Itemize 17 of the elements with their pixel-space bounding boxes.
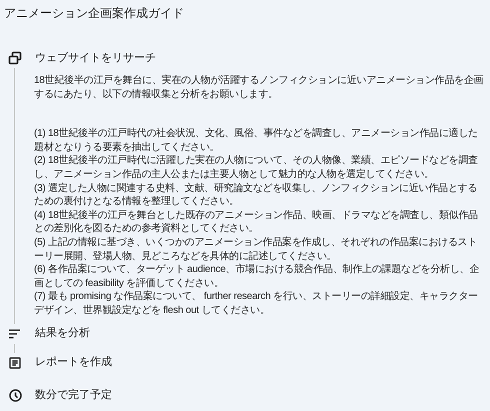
intro-paragraph: 18世紀後半の江戸を舞台に、実在の人物が活躍するノンフィクションに近いアニメーション作品を企画するにあたり、以下の情報収集と分析をお願いします。 bbox=[34, 74, 484, 102]
windows-icon bbox=[8, 51, 22, 65]
document-icon bbox=[9, 356, 21, 368]
research-item: (5) 上記の情報に基づき、いくつかのアニメーション作品案を作成し、それぞれの作品案におけるストーリー展開、登場人物、見どころなどを具体的に記述してください。 bbox=[34, 236, 478, 264]
page-title: アニメーション企画案作成ガイド bbox=[4, 5, 185, 22]
step-label: レポートを作成 bbox=[35, 355, 112, 370]
research-item: (3) 選定した人物に関連する史料、文献、研究論文などを収集し、ノンフィクションに近い作品とするための裏付けとなる情報を整理してください。 bbox=[34, 182, 478, 209]
step-label: 結果を分析 bbox=[35, 326, 90, 342]
clock-icon bbox=[8, 389, 22, 402]
research-item: (2) 18世紀後半の江戸時代に活躍した実在の人物について、その人物像、業績、エピソードなどを調査し、アニメーション作品の主人公または主要人物として魅力的な人物を選定してください。 bbox=[34, 154, 479, 182]
eta-label: 数分で完了予定 bbox=[35, 388, 112, 404]
research-item: (6) 各作品案について、ターゲット audience、市場における競合作品、制作上の課題などを分析し、企画としての feasibility を評価してください。 bbox=[34, 263, 480, 290]
research-item: (1) 18世紀後半の江戸時代の社会状況、文化、風俗、事件などを調査し、アニメーション作品に適した題材となりうる要素を抽出してください。 bbox=[34, 127, 479, 154]
step-label: ウェブサイトをリサーチ bbox=[35, 50, 156, 66]
research-item: (7) 最も promising な作品案について、 further research を行い、ストーリーの詳細設定、キャラクターデザイン、世界観設定などを flesh out してください。 bbox=[34, 290, 479, 318]
lines-icon bbox=[9, 328, 21, 338]
research-item: (4) 18世紀後半の江戸を舞台とした既存のアニメーション作品、映画、ドラマなどを調査し、類似作品との差別化を図るための参考資料としてください。 bbox=[34, 208, 479, 236]
